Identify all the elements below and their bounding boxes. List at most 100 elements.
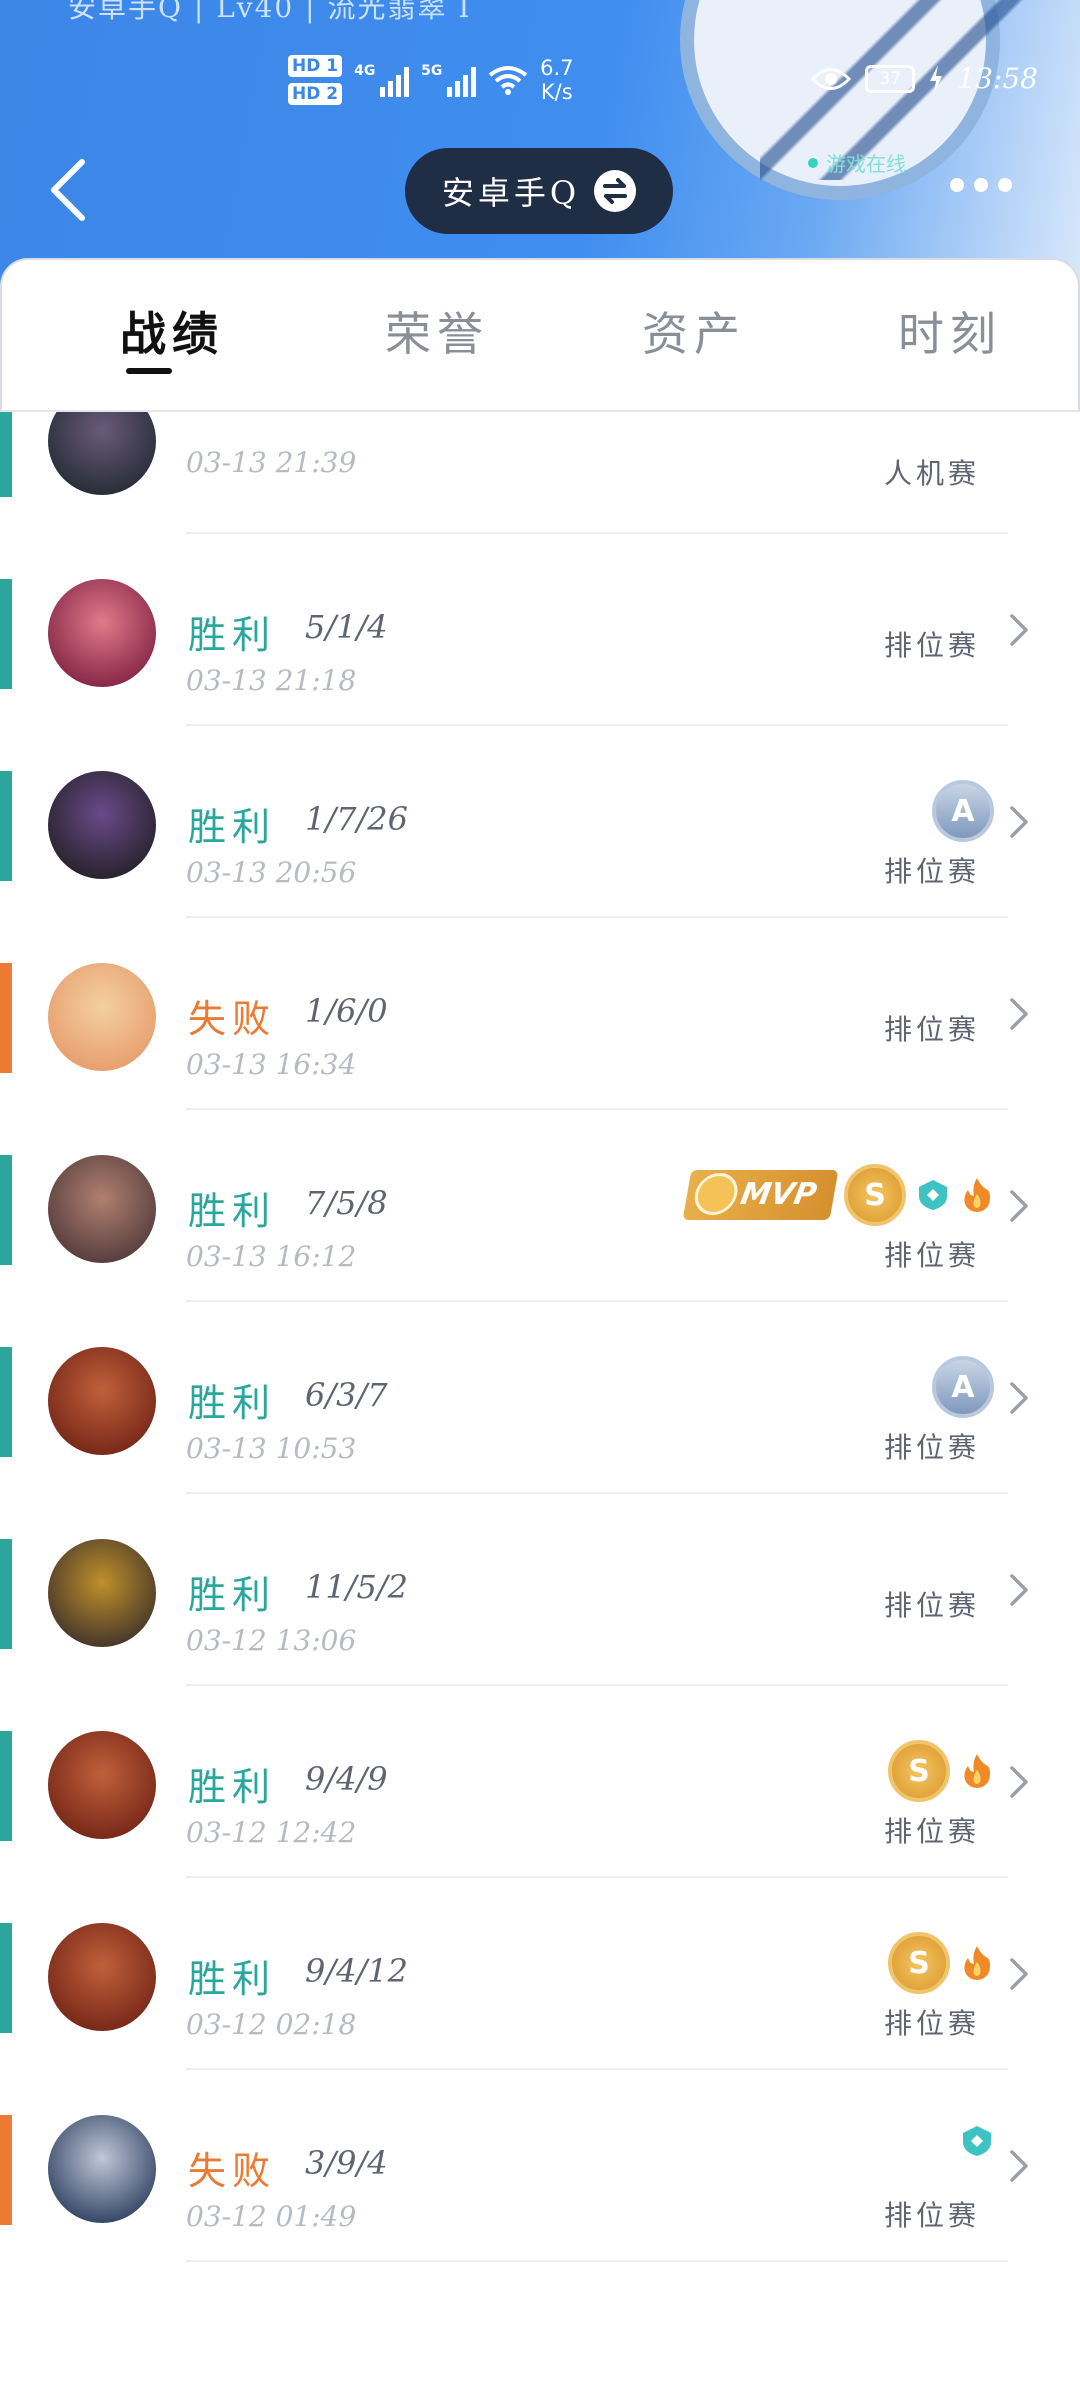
hero-avatar [48,1923,156,2031]
fire-badge-icon [960,1176,994,1214]
chevron-right-icon [1010,2150,1028,2182]
match-row[interactable]: 胜利 9/4/9 03-12 12:42 排位赛 S [0,1686,1080,1878]
kda: 1/7/26 [305,800,408,838]
result-color-bar [0,1155,12,1265]
chevron-right-icon [1010,1958,1028,1990]
match-row[interactable]: 胜利 9/4/12 03-12 02:18 排位赛 S [0,1878,1080,2070]
kda: 7/5/8 [305,1184,388,1222]
result-color-bar [0,1539,12,1649]
result-win: 胜利 [188,1381,277,1425]
result-win: 胜利 [188,1573,277,1617]
chevron-right-icon [1010,1382,1028,1414]
rating-s-badge-icon: S [888,1740,950,1802]
match-row[interactable]: 失败 3/9/4 03-12 01:49 排位赛 [0,2070,1080,2262]
online-dot-icon [808,157,818,168]
more-dot-icon [974,178,988,192]
match-mode: 排位赛 [883,2007,980,2040]
clock: 13:58 [957,62,1038,95]
tab-assets[interactable]: 资产 [642,298,746,364]
result-win: 胜利 [188,1189,277,1233]
result-color-bar [0,1347,12,1457]
match-badges: MVP S [682,1164,994,1226]
hero-avatar [48,2115,156,2223]
rating-a-badge-icon: A [932,1356,994,1418]
match-time: 03-12 02:18 [186,2008,357,2041]
tab-moments[interactable]: 时刻 [898,298,1002,364]
more-options-button[interactable] [950,178,1012,192]
wifi-icon [488,66,528,95]
account-switch-label: 安卓手Q [441,174,581,212]
battery-indicator: 37 [865,64,916,93]
match-mode: 排位赛 [883,2199,980,2232]
eye-icon [811,67,852,90]
status-bar-network: HD 1 HD 2 4G 5G 6.7 K/s [288,50,574,110]
profile-info-strip: 安卓手Q | Lv40 | 流光翡翠 I [68,0,472,24]
match-mode: 排位赛 [883,1431,980,1464]
match-time: 03-12 01:49 [186,2200,357,2233]
tab-honor[interactable]: 荣誉 [385,298,489,364]
kda: 9/4/12 [305,1952,408,1990]
match-badges: A [932,780,994,842]
match-badges [960,2124,994,2158]
kda: 3/9/4 [305,2144,388,2182]
hd-1-indicator: HD 1 [288,55,343,77]
hero-avatar [48,963,156,1071]
match-time: 03-13 16:34 [186,1048,357,1081]
result-color-bar [0,1731,12,1841]
result-color-bar [0,579,12,689]
hero-avatar [48,1539,156,1647]
mvp-badge-icon: MVP [682,1170,839,1220]
match-list: 03-13 21:39 人机赛 胜利 5/1/4 03-13 21:18 排位赛 胜利 1/7… [0,387,1080,2262]
match-row[interactable]: 失败 1/6/0 03-13 16:34 排位赛 [0,918,1080,1110]
result-lose: 失败 [188,997,277,1041]
hero-avatar [48,771,156,879]
network-speed: 6.7 K/s [540,56,574,104]
match-mode: 排位赛 [883,1815,980,1848]
chevron-right-icon [1010,1766,1028,1798]
more-dot-icon [998,178,1012,192]
more-dot-icon [950,178,964,192]
chevron-right-icon [1010,806,1028,838]
match-mode: 排位赛 [883,629,980,662]
match-mode: 排位赛 [883,1239,980,1272]
hero-avatar [48,1155,156,1263]
tab-record[interactable]: 战绩 [120,298,224,364]
account-switch-button[interactable]: 安卓手Q [405,148,673,234]
rating-a-badge-icon: A [932,780,994,842]
hero-avatar [48,1731,156,1839]
back-arrow-icon[interactable] [46,158,90,222]
result-win: 胜利 [188,805,277,849]
match-mode: 人机赛 [883,457,980,490]
chevron-right-icon [1010,998,1028,1030]
match-row[interactable]: 胜利 11/5/2 03-12 13:06 排位赛 [0,1494,1080,1686]
kda: 6/3/7 [305,1376,388,1414]
match-time: 03-13 21:39 [186,446,357,479]
fire-badge-icon [960,1944,994,1982]
header: 安卓手Q | Lv40 | 流光翡翠 I HD 1 HD 2 4G 5G 6.7… [0,0,1080,300]
match-mode: 排位赛 [883,855,980,888]
online-status: 游戏在线 [808,148,906,177]
shield-badge-icon [960,2124,994,2158]
match-row[interactable]: 胜利 7/5/8 03-13 16:12 排位赛 MVP S [0,1110,1080,1302]
signal-5g-icon: 5G [421,63,477,97]
match-time: 03-12 13:06 [186,1624,357,1657]
chevron-right-icon [1010,1574,1028,1606]
result-win: 胜利 [188,1957,277,2001]
match-time: 03-13 21:18 [186,664,357,697]
charging-icon [930,64,943,93]
match-row[interactable]: 胜利 6/3/7 03-13 10:53 排位赛 A [0,1302,1080,1494]
kda: 5/1/4 [305,608,388,646]
match-time: 03-12 12:42 [186,1816,357,1849]
result-color-bar [0,771,12,881]
match-row[interactable]: 胜利 5/1/4 03-13 21:18 排位赛 [0,534,1080,726]
result-color-bar [0,1923,12,2033]
chevron-right-icon [1010,614,1028,646]
match-mode: 排位赛 [883,1013,980,1046]
signal-4g-icon: 4G [354,63,410,97]
match-row[interactable]: 胜利 1/7/26 03-13 20:56 排位赛 A [0,726,1080,918]
match-badges: S [888,1932,994,1994]
kda: 11/5/2 [305,1568,408,1606]
result-win: 胜利 [188,1765,277,1809]
shield-badge-icon [916,1178,950,1212]
match-mode: 排位赛 [883,1589,980,1622]
